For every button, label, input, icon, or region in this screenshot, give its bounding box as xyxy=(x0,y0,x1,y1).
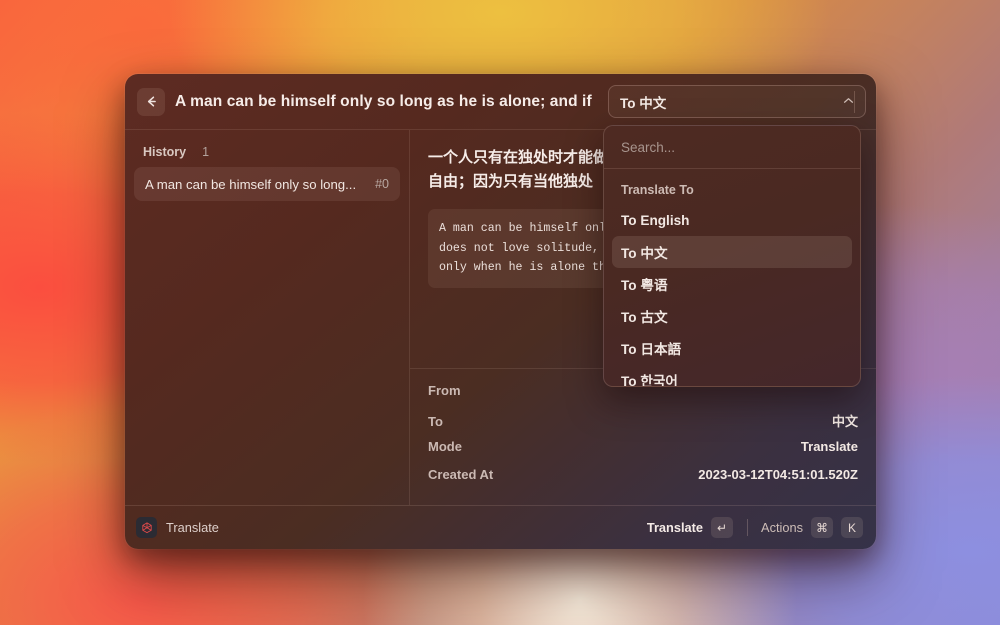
dropdown-option-japanese[interactable]: To 日本語 xyxy=(612,332,852,364)
chevron-up-icon xyxy=(843,96,854,107)
metadata-value: Translate xyxy=(800,439,858,454)
dropdown-option-korean[interactable]: To 한국어 xyxy=(612,364,852,386)
dropdown-option-cantonese[interactable]: To 粤语 xyxy=(612,268,852,300)
openai-logo-icon xyxy=(136,517,157,538)
footer-actions: Translate ↵ Actions ⌘ K xyxy=(647,517,863,538)
metadata-key: Mode xyxy=(428,439,462,454)
translate-window: A man can be himself only so long as he … xyxy=(125,74,876,549)
list-item[interactable]: A man can be himself only so long... #0 xyxy=(134,167,400,201)
command-key-icon[interactable]: ⌘ xyxy=(811,517,833,538)
metadata-value: 2023-03-12T04:51:01.520Z xyxy=(698,467,858,482)
language-dropdown-menu: Search... Translate To To English To 中文 … xyxy=(603,125,861,387)
table-row: Mode Translate xyxy=(428,439,858,467)
actions-label: Actions xyxy=(761,520,803,535)
table-row: Created At 2023-03-12T04:51:01.520Z xyxy=(428,467,858,495)
dropdown-option-chinese[interactable]: To 中文 xyxy=(612,236,852,268)
app-name-label: Translate xyxy=(166,520,219,535)
search-input[interactable]: Search... xyxy=(604,126,860,169)
dropdown-option-list: To English To 中文 To 粤语 To 古文 To 日本語 To 한… xyxy=(604,204,860,386)
metadata-key: To xyxy=(428,414,443,429)
enter-key-icon[interactable]: ↵ xyxy=(711,517,734,538)
dropdown-option-english[interactable]: To English xyxy=(612,204,852,236)
history-list: A man can be himself only so long... #0 xyxy=(134,167,400,201)
dropdown-option-classical-chinese[interactable]: To 古文 xyxy=(612,300,852,332)
dropdown-section-label: Translate To xyxy=(621,183,694,197)
history-item-index: #0 xyxy=(375,177,389,191)
footer-divider xyxy=(747,519,749,536)
table-row: To 中文 xyxy=(428,411,858,439)
table-row: From xyxy=(428,383,858,411)
history-header: History 1 xyxy=(134,139,400,167)
metadata-section: From To 中文 Mode Translate Created At 202… xyxy=(410,368,876,505)
history-item-label: A man can be himself only so long... xyxy=(145,176,357,192)
language-selector-trigger[interactable]: To 中文 xyxy=(608,85,866,118)
history-title: History xyxy=(143,145,187,159)
back-button[interactable] xyxy=(137,87,165,116)
history-sidebar: History 1 A man can be himself only so l… xyxy=(125,130,410,505)
app-chip[interactable]: Translate xyxy=(136,517,219,538)
history-count: 1 xyxy=(202,145,210,159)
language-selector-value: To 中文 xyxy=(620,95,667,111)
metadata-value: 中文 xyxy=(831,414,858,429)
primary-action-label: Translate xyxy=(646,520,704,535)
arrow-left-icon xyxy=(144,94,159,109)
k-key-icon[interactable]: K xyxy=(841,517,863,538)
metadata-key: From xyxy=(428,383,461,398)
metadata-key: Created At xyxy=(428,467,494,482)
window-footer: Translate Translate ↵ Actions ⌘ K xyxy=(125,505,876,549)
